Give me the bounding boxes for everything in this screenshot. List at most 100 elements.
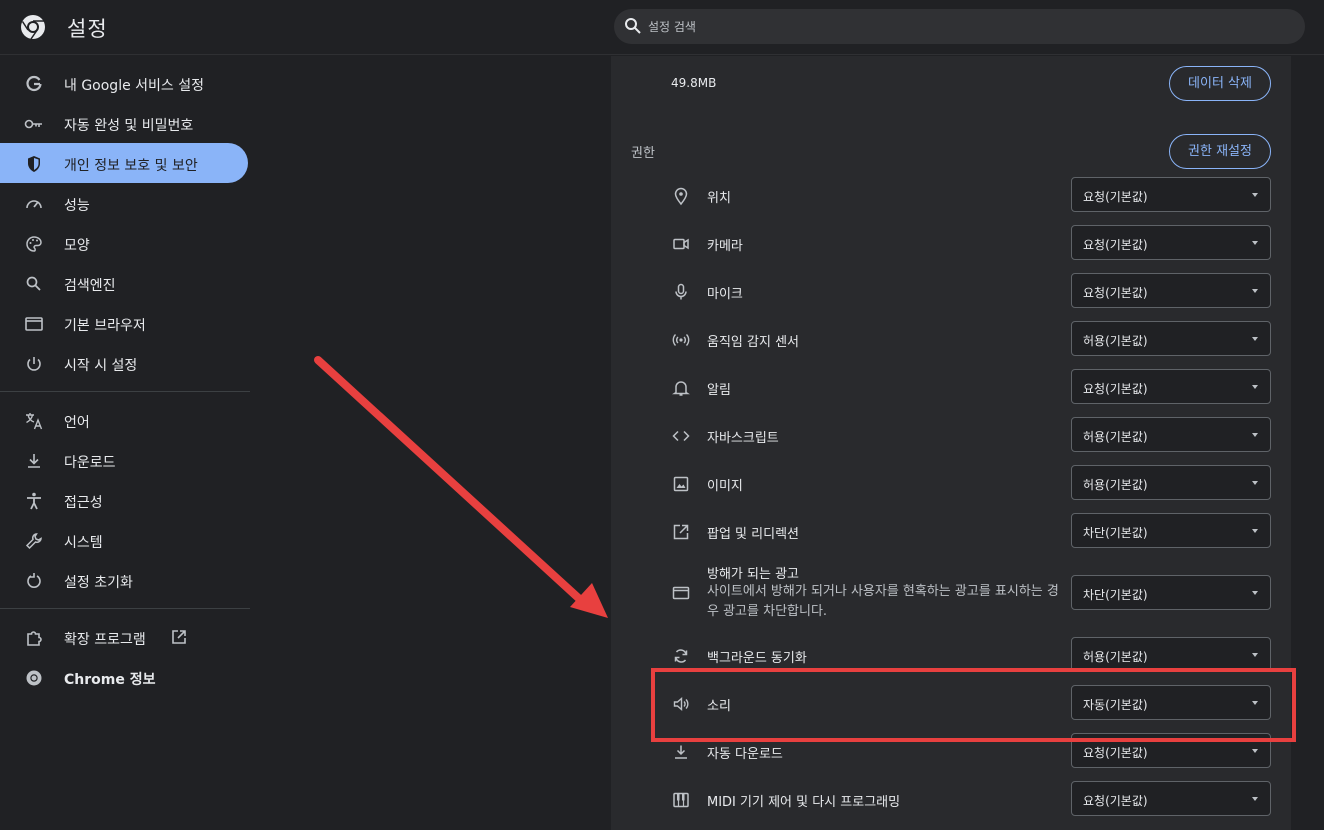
chrome-logo-icon — [21, 15, 45, 40]
sidebar-item-label: 검색엔진 — [64, 278, 116, 294]
sidebar-item-label: 다운로드 — [64, 455, 116, 471]
dropdown-caret-icon — [1252, 701, 1258, 705]
permission-row-midi[interactable]: MIDI 기기 제어 및 다시 프로그래밍 요청(기본값) — [631, 781, 1271, 819]
sidebar-item-label: 자동 완성 및 비밀번호 — [64, 118, 194, 134]
site-settings-panel: 49.8MB 데이터 삭제 권한 권한 재설정 위치 요청(기본값) 카메라 요… — [611, 56, 1291, 830]
sidebar-item-label: Chrome 정보 — [64, 672, 156, 688]
permission-row-location[interactable]: 위치 요청(기본값) — [631, 177, 1271, 215]
sidebar-item-google-services[interactable]: 내 Google 서비스 설정 — [0, 63, 248, 103]
reset-permissions-button[interactable]: 권한 재설정 — [1169, 134, 1271, 169]
shield-icon — [28, 156, 40, 172]
speaker-icon — [673, 696, 689, 712]
permission-label: 자동 다운로드 — [707, 747, 783, 762]
permission-label: MIDI 기기 제어 및 다시 프로그래밍 — [707, 795, 901, 810]
permission-row-popups[interactable]: 팝업 및 리디렉션 차단(기본값) — [631, 513, 1271, 551]
permission-row-camera[interactable]: 카메라 요청(기본값) — [631, 225, 1271, 263]
sidebar-item-label: 확장 프로그램 — [64, 632, 146, 648]
sidebar-item-about-chrome[interactable]: Chrome 정보 — [0, 657, 248, 697]
ads-icon — [672, 586, 690, 600]
storage-usage: 49.8MB — [671, 76, 717, 90]
location-pin-icon — [674, 187, 688, 206]
dropdown-caret-icon — [1252, 433, 1258, 437]
permission-row-motion-sensors[interactable]: 움직임 감지 센서 허용(기본값) — [631, 321, 1271, 359]
sidebar-item-reset[interactable]: 설정 초기화 — [0, 560, 248, 600]
permission-select[interactable]: 요청(기본값) — [1071, 177, 1271, 212]
permission-select[interactable]: 허용(기본값) — [1071, 465, 1271, 500]
permission-value: 요청(기본값) — [1083, 382, 1148, 396]
permission-label: 마이크 — [707, 287, 743, 302]
wrench-icon — [25, 533, 42, 550]
sidebar-item-search-engine[interactable]: 검색엔진 — [0, 263, 248, 303]
permissions-heading: 권한 — [631, 146, 655, 161]
dropdown-caret-icon — [1252, 241, 1258, 245]
sidebar-item-label: 시작 시 설정 — [64, 358, 138, 374]
permission-value: 요청(기본값) — [1083, 794, 1148, 808]
page-title: 설정 — [67, 17, 108, 41]
sidebar-item-downloads[interactable]: 다운로드 — [0, 440, 248, 480]
permission-row-intrusive-ads[interactable]: 방해가 되는 광고 사이트에서 방해가 되거나 사용자를 현혹하는 광고를 표시… — [631, 562, 1271, 622]
permission-select[interactable]: 요청(기본값) — [1071, 369, 1271, 404]
reset-icon — [27, 573, 41, 588]
sidebar-item-default-browser[interactable]: 기본 브라우저 — [0, 303, 248, 343]
permission-label: 움직임 감지 센서 — [707, 335, 799, 350]
permission-select[interactable]: 허용(기본값) — [1071, 417, 1271, 452]
sidebar-item-languages[interactable]: 언어 — [0, 400, 248, 440]
popup-icon — [673, 524, 689, 540]
sidebar-item-privacy[interactable]: 개인 정보 보호 및 보안 — [0, 143, 248, 183]
permission-label: 알림 — [707, 383, 731, 398]
chrome-icon — [26, 670, 42, 686]
permission-select[interactable]: 차단(기본값) — [1071, 513, 1271, 548]
permission-row-sound[interactable]: 소리 자동(기본값) — [631, 685, 1271, 723]
search-input[interactable]: 설정 검색 — [614, 9, 1305, 44]
clear-data-button[interactable]: 데이터 삭제 — [1169, 66, 1271, 101]
sensors-icon — [672, 334, 690, 346]
permission-value: 요청(기본값) — [1083, 238, 1148, 252]
sidebar-item-autofill[interactable]: 자동 완성 및 비밀번호 — [0, 103, 248, 143]
permission-value: 허용(기본값) — [1083, 478, 1148, 492]
sidebar-item-system[interactable]: 시스템 — [0, 520, 248, 560]
permission-label: 자바스크립트 — [707, 431, 779, 446]
permission-row-microphone[interactable]: 마이크 요청(기본값) — [631, 273, 1271, 311]
permission-row-javascript[interactable]: 자바스크립트 허용(기본값) — [631, 417, 1271, 455]
search-icon — [625, 18, 641, 34]
sidebar-item-label: 설정 초기화 — [64, 575, 133, 591]
permission-value: 차단(기본값) — [1083, 588, 1148, 602]
search-icon — [26, 276, 41, 291]
permission-select[interactable]: 요청(기본값) — [1071, 273, 1271, 308]
permission-value: 허용(기본값) — [1083, 430, 1148, 444]
camera-icon — [673, 238, 689, 250]
permission-value: 허용(기본값) — [1083, 334, 1148, 348]
sidebar-divider — [0, 391, 250, 392]
sidebar-item-accessibility[interactable]: 접근성 — [0, 480, 248, 520]
permission-select[interactable]: 차단(기본값) — [1071, 575, 1271, 610]
permission-select[interactable]: 요청(기본값) — [1071, 225, 1271, 260]
sidebar-item-extensions[interactable]: 확장 프로그램 — [0, 617, 248, 657]
speedometer-icon — [26, 200, 42, 209]
permission-select[interactable]: 자동(기본값) — [1071, 685, 1271, 720]
sidebar-divider — [0, 608, 250, 609]
permission-row-automatic-downloads[interactable]: 자동 다운로드 요청(기본값) — [631, 733, 1271, 771]
dropdown-caret-icon — [1252, 337, 1258, 341]
permission-select[interactable]: 허용(기본값) — [1071, 321, 1271, 356]
power-icon — [27, 357, 41, 371]
sidebar-item-label: 기본 브라우저 — [64, 318, 146, 334]
sidebar-item-appearance[interactable]: 모양 — [0, 223, 248, 263]
permission-description: 사이트에서 방해가 되거나 사용자를 현혹하는 광고를 표시하는 경우 광고를 … — [707, 584, 1059, 619]
sidebar-item-performance[interactable]: 성능 — [0, 183, 248, 223]
permission-row-background-sync[interactable]: 백그라운드 동기화 허용(기본값) — [631, 637, 1271, 675]
permission-row-notifications[interactable]: 알림 요청(기본값) — [631, 369, 1271, 407]
permission-select[interactable]: 요청(기본값) — [1071, 781, 1271, 816]
sidebar-item-label: 성능 — [64, 198, 90, 214]
palette-icon — [26, 236, 42, 252]
permission-select[interactable]: 요청(기본값) — [1071, 733, 1271, 768]
top-bar: 설정 설정 검색 — [0, 0, 1324, 55]
permission-row-images[interactable]: 이미지 허용(기본값) — [631, 465, 1271, 503]
sidebar-item-on-startup[interactable]: 시작 시 설정 — [0, 343, 248, 383]
dropdown-caret-icon — [1252, 481, 1258, 485]
dropdown-caret-icon — [1252, 385, 1258, 389]
bell-icon — [672, 381, 690, 396]
sidebar-item-label: 시스템 — [64, 535, 103, 551]
sidebar: 내 Google 서비스 설정 자동 완성 및 비밀번호 개인 정보 보호 및 … — [0, 56, 250, 830]
permission-value: 차단(기본값) — [1083, 526, 1148, 540]
permission-select[interactable]: 허용(기본값) — [1071, 637, 1271, 672]
